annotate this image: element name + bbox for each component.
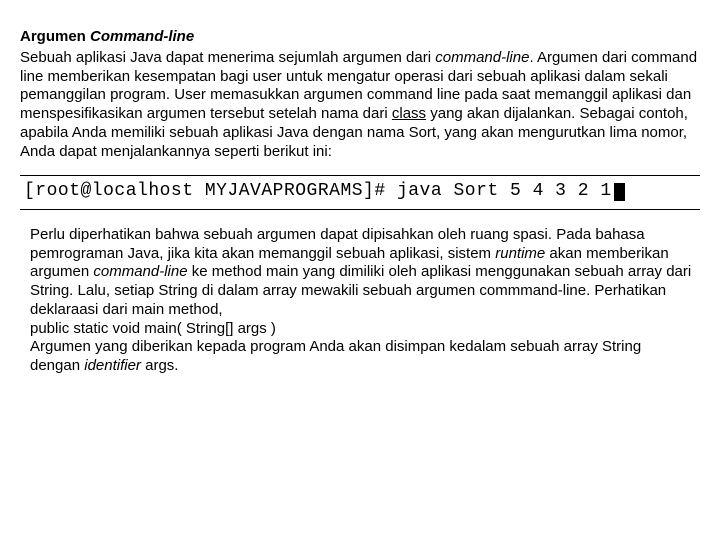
document-page: Argumen Command-line Sebuah aplikasi Jav… bbox=[0, 0, 720, 376]
p2-runtime-italic: runtime bbox=[495, 245, 545, 262]
p1-text-a: Sebuah aplikasi Java dapat menerima seju… bbox=[20, 49, 435, 66]
p2-text-e: args. bbox=[141, 357, 179, 374]
paragraph-1: Sebuah aplikasi Java dapat menerima seju… bbox=[20, 49, 700, 162]
heading-prefix: Argumen bbox=[20, 28, 90, 45]
terminal-text: [root@localhost MYJAVAPROGRAMS]# java So… bbox=[24, 181, 612, 201]
p2-commandline-italic: command-line bbox=[93, 263, 187, 280]
heading-command: Command-line bbox=[90, 28, 194, 45]
p2-identifier-italic: identifier bbox=[84, 357, 141, 374]
paragraph-2: Perlu diperhatikan bahwa sebuah argumen … bbox=[20, 226, 700, 376]
terminal-block: [root@localhost MYJAVAPROGRAMS]# java So… bbox=[20, 175, 700, 210]
p2-code-line: public static void main( String[] args ) bbox=[30, 320, 276, 337]
p1-commandline-italic: command-line bbox=[435, 49, 529, 66]
heading: Argumen Command-line bbox=[20, 28, 700, 47]
terminal-line: [root@localhost MYJAVAPROGRAMS]# java So… bbox=[20, 176, 700, 209]
cursor-icon bbox=[614, 183, 625, 201]
p1-class-underline: class bbox=[392, 105, 426, 122]
